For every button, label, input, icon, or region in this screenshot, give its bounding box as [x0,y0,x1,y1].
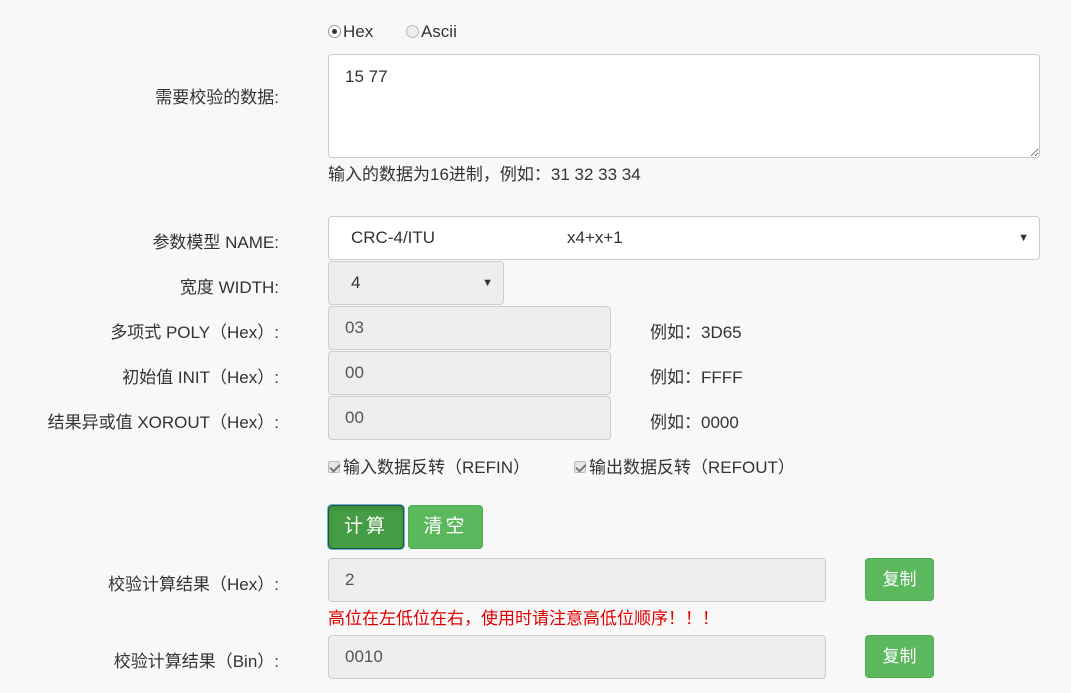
poly-label: 多项式 POLY（Hex）: [110,323,279,342]
calculate-button[interactable]: 计算 [328,505,404,549]
model-formula: x4+x+1 [567,228,623,247]
copy-hex-button[interactable]: 复制 [865,558,934,601]
clear-button[interactable]: 清空 [408,505,483,549]
xorout-example: 例如：0000 [650,413,739,432]
model-select[interactable]: CRC-4/ITU x4+x+1 ▼ [328,216,1040,260]
refin-checkbox[interactable] [328,461,340,473]
refout-label: 输出数据反转（REFOUT） [589,458,795,477]
model-label: 参数模型 NAME: [152,233,279,252]
bit-order-warning: 高位在左低位在右，使用时请注意高低位顺序！！！ [328,609,719,628]
width-value: 4 [351,273,361,292]
poly-example: 例如：3D65 [650,323,742,342]
format-radio-group: Hex Ascii [328,22,457,42]
refout-checkbox[interactable] [574,461,586,473]
data-input[interactable] [328,54,1040,158]
chevron-down-icon: ▼ [482,277,493,289]
ascii-radio-option[interactable]: Ascii [405,22,457,41]
init-example: 例如：FFFF [650,368,743,387]
poly-input[interactable]: 03 [328,306,611,350]
data-input-hint: 输入的数据为16进制，例如：31 32 33 34 [328,165,641,184]
init-label: 初始值 INIT（Hex）: [122,368,279,387]
result-hex-label: 校验计算结果（Hex）: [108,575,279,594]
chevron-down-icon: ▼ [1018,232,1029,244]
xorout-label: 结果异或值 XOROUT（Hex）: [47,413,279,432]
model-name: CRC-4/ITU [351,228,436,247]
refin-checkbox-option[interactable]: 输入数据反转（REFIN） [328,453,530,478]
data-input-label: 需要校验的数据: [155,88,279,107]
hex-radio[interactable] [328,25,341,38]
result-hex-output[interactable]: 2 [328,558,826,602]
ascii-radio[interactable] [405,25,419,38]
ascii-radio-label: Ascii [420,22,457,41]
result-bin-label: 校验计算结果（Bin）: [113,652,279,671]
hex-radio-option[interactable]: Hex [328,22,378,41]
refin-label: 输入数据反转（REFIN） [343,458,530,477]
refout-checkbox-option[interactable]: 输出数据反转（REFOUT） [574,453,795,478]
hex-radio-label: Hex [343,22,374,41]
xorout-input[interactable]: 00 [328,396,611,440]
copy-bin-button[interactable]: 复制 [865,635,934,678]
init-input[interactable]: 00 [328,351,611,395]
width-label: 宽度 WIDTH: [179,278,279,297]
result-bin-output[interactable]: 0010 [328,635,826,679]
width-select[interactable]: 4 ▼ [328,261,504,305]
